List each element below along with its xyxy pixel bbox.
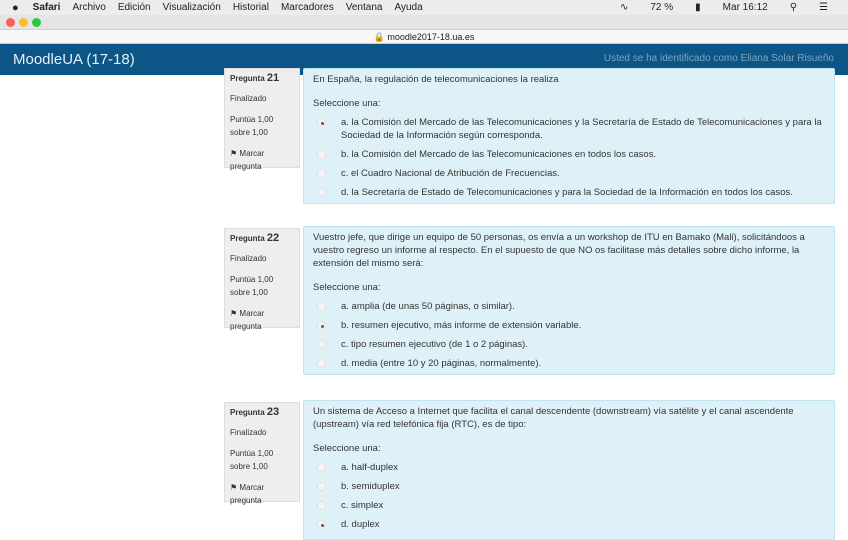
answer-option[interactable]: d. la Secretaría de Estado de Telecomuni… [313,186,825,199]
menu-bar: ● Safari Archivo Edición Visualización H… [0,0,848,15]
answer-label: d. la Secretaría de Estado de Telecomuni… [341,187,793,198]
answer-option[interactable]: d. media (entre 10 y 20 páginas, normalm… [313,357,825,370]
question-info: Pregunta 23 Finalizado Puntúa 1,00 sobre… [224,402,300,505]
question-state: Finalizado [230,94,267,103]
question-label: Pregunta [230,74,265,83]
menu-marcadores[interactable]: Marcadores [281,2,334,13]
answer-label: a. la Comisión del Mercado de las Teleco… [341,117,822,141]
answer-label: b. la Comisión del Mercado de las Teleco… [341,149,657,160]
question-content: En España, la regulación de telecomunica… [303,68,835,204]
radio-button[interactable] [317,359,326,368]
question-number: 21 [266,72,280,84]
radio-button[interactable] [317,520,326,529]
minimize-window-button[interactable] [19,18,28,27]
select-prompt: Seleccione una: [313,98,381,109]
menu-edicion[interactable]: Edición [118,2,151,13]
question-content: Vuestro jefe, que dirige un equipo de 50… [303,226,835,375]
menu-ventana[interactable]: Ventana [346,2,383,13]
question-info: Pregunta 21 Finalizado Puntúa 1,00 sobre… [224,68,300,171]
flag-question-link[interactable]: ⚑ Marcar pregunta [230,147,294,173]
wifi-icon[interactable]: ∿ [620,2,628,13]
menu-visualizacion[interactable]: Visualización [163,2,221,13]
clock[interactable]: Mar 16:12 [723,2,768,13]
radio-button[interactable] [317,501,326,510]
answer-option[interactable]: d. duplex [313,518,825,531]
answer-label: b. resumen ejecutivo, más informe de ext… [341,320,582,331]
menu-archivo[interactable]: Archivo [72,2,105,13]
question-label: Pregunta [230,408,265,417]
lock-icon: 🔒 [373,32,385,42]
answer-label: c. el Cuadro Nacional de Atribución de F… [341,168,560,179]
question-state: Finalizado [230,428,267,437]
answer-label: c. simplex [341,500,384,511]
apple-menu-icon[interactable]: ● [12,2,19,14]
answer-option[interactable]: b. resumen ejecutivo, más informe de ext… [313,319,825,332]
login-info: Usted se ha identificado como Eliana Sol… [603,53,834,64]
flag-question-link[interactable]: ⚑ Marcar pregunta [230,481,294,507]
select-prompt: Seleccione una: [313,443,381,454]
close-window-button[interactable] [6,18,15,27]
answer-label: c. tipo resumen ejecutivo (de 1 o 2 pági… [341,339,528,350]
radio-button[interactable] [317,321,326,330]
answer-label: d. media (entre 10 y 20 páginas, normalm… [341,358,542,369]
window-toolbar [0,15,848,30]
menu-safari[interactable]: Safari [33,2,61,13]
question-score: Puntúa 1,00 sobre 1,00 [230,115,274,137]
notification-center-icon[interactable]: ☰ [819,2,828,13]
flag-icon: ⚑ [230,149,238,158]
question-score: Puntúa 1,00 sobre 1,00 [230,449,274,471]
question-text: En España, la regulación de telecomunica… [313,74,559,85]
answer-option[interactable]: a. half-duplex [313,461,825,474]
spotlight-search-icon[interactable]: ⚲ [790,2,797,13]
answer-option[interactable]: c. simplex [313,499,825,512]
answer-option[interactable]: b. semiduplex [313,480,825,493]
answer-option[interactable]: a. la Comisión del Mercado de las Teleco… [313,116,825,142]
radio-button[interactable] [317,463,326,472]
menu-historial[interactable]: Historial [233,2,269,13]
answer-option[interactable]: c. tipo resumen ejecutivo (de 1 o 2 pági… [313,338,825,351]
question-text: Vuestro jefe, que dirige un equipo de 50… [313,232,805,269]
question-number: 22 [266,232,280,244]
question-state: Finalizado [230,254,267,263]
answer-label: d. duplex [341,519,380,530]
answer-label: b. semiduplex [341,481,400,492]
site-brand[interactable]: MoodleUA (17-18) [13,51,135,68]
radio-button[interactable] [317,188,326,197]
battery-icon: ▮ [695,2,701,13]
select-prompt: Seleccione una: [313,282,381,293]
radio-button[interactable] [317,150,326,159]
question-info: Pregunta 22 Finalizado Puntúa 1,00 sobre… [224,228,300,331]
battery-status[interactable]: 72 % [650,2,673,13]
zoom-window-button[interactable] [32,18,41,27]
question-score: Puntúa 1,00 sobre 1,00 [230,275,274,297]
radio-button[interactable] [317,169,326,178]
flag-question-link[interactable]: ⚑ Marcar pregunta [230,307,294,333]
answer-option[interactable]: b. la Comisión del Mercado de las Teleco… [313,148,825,161]
answer-label: a. amplia (de unas 50 páginas, o similar… [341,301,515,312]
url-text: moodle2017-18.ua.es [387,32,475,42]
question-number: 23 [266,406,280,418]
menu-ayuda[interactable]: Ayuda [394,2,422,13]
radio-button[interactable] [317,118,326,127]
flag-icon: ⚑ [230,483,238,492]
answer-option[interactable]: a. amplia (de unas 50 páginas, o similar… [313,300,825,313]
radio-button[interactable] [317,340,326,349]
answer-label: a. half-duplex [341,462,399,473]
flag-icon: ⚑ [230,309,238,318]
radio-button[interactable] [317,302,326,311]
radio-button[interactable] [317,482,326,491]
question-content: Un sistema de Acceso a Internet que faci… [303,400,835,540]
answer-option[interactable]: c. el Cuadro Nacional de Atribución de F… [313,167,825,180]
question-label: Pregunta [230,234,265,243]
question-text: Un sistema de Acceso a Internet que faci… [313,406,794,430]
address-bar[interactable]: 🔒 moodle2017-18.ua.es [0,30,848,44]
